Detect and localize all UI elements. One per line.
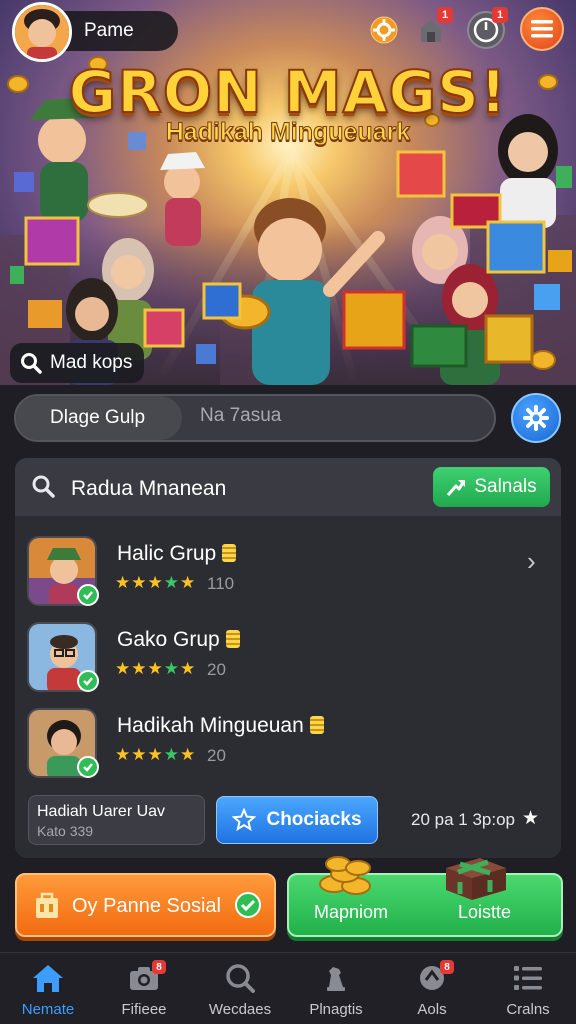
nav-item-list[interactable]: Cralns [480, 952, 576, 1024]
group-panel: Radua Mnanean Salnals Halic Grup ★★★★★ 1… [15, 458, 561, 858]
verified-check-icon [77, 670, 99, 692]
rating-stars: ★★★★★ [115, 659, 197, 678]
nav-badge: 8 [152, 960, 166, 974]
panel-action-button[interactable]: Salnals [433, 467, 550, 507]
search-icon [21, 353, 42, 374]
reward-subtitle: Kato 339 [37, 823, 94, 839]
coin-stack-icon [225, 630, 240, 648]
list-icon [510, 962, 546, 994]
hero-search-chip-label: Mad kops [50, 352, 133, 373]
star-outline-icon [232, 808, 257, 832]
reward-title: Hadiah Uarer Uav [37, 803, 166, 820]
group-count: 20 [207, 660, 226, 679]
notification-icon[interactable]: 1 [411, 7, 453, 50]
menu-icon[interactable] [520, 7, 564, 51]
chevron-right-icon[interactable]: › [527, 546, 536, 577]
nav-label: Wecdaes [208, 1001, 272, 1018]
gift-bag-icon [36, 892, 58, 918]
settings-button[interactable] [511, 393, 561, 443]
search-icon [222, 962, 258, 994]
rating-stars: ★★★★★ [115, 573, 197, 592]
rating-stars: ★★★★★ [115, 745, 197, 764]
trend-arrow-icon [447, 480, 466, 496]
group-name: Gako Grup [117, 628, 240, 652]
group-count: 20 [207, 746, 226, 765]
gear-icon [523, 405, 549, 431]
camera-icon: 8 [126, 960, 166, 994]
panel-title: Radua Mnanean [71, 477, 227, 500]
nav-item-home[interactable]: Nemate [0, 952, 96, 1024]
verified-check-icon [77, 756, 99, 778]
segment-left-label: Dlage Gulp [50, 407, 146, 428]
hero-subtitle: Hadikah Mingueuark [165, 118, 411, 147]
group-name: Hadikah Mingueuan [117, 714, 324, 738]
hero-banner: GRON MAGS! Hadikah Mingueuark [0, 0, 576, 385]
timer-icon[interactable]: 1 [466, 7, 508, 50]
nav-label: Cralns [506, 1001, 550, 1018]
group-name: Halic Grup [117, 542, 237, 566]
gift-box-icon [446, 858, 506, 900]
home-icon [30, 962, 66, 994]
hero-search-chip[interactable]: Mad kops [10, 343, 145, 383]
coin-stack-icon [222, 544, 237, 562]
coin-pile-icon [319, 856, 371, 895]
check-button-label: Chociacks [266, 809, 362, 830]
nav-label: Fifieee [121, 1001, 167, 1018]
list-item[interactable]: Hadikah Mingueuan ★★★★★ 20 [15, 704, 561, 790]
nav-label: Nemate [21, 1001, 75, 1018]
segment-right[interactable]: Na 7asua [200, 405, 281, 427]
settings-gear-icon[interactable] [364, 10, 404, 50]
check-button[interactable]: Chociacks [216, 796, 378, 844]
nav-label: Aols [417, 1001, 447, 1018]
group-count: 110 [207, 574, 235, 593]
panel-action-label: Salnals [474, 476, 537, 497]
verified-check-icon [77, 584, 99, 606]
star-icon[interactable]: ★ [522, 807, 539, 830]
hero-title: GRON MAGS! [68, 57, 508, 127]
nav-item-search[interactable]: Wecdaes [192, 952, 288, 1024]
nav-item-chess[interactable]: Plnagtis [288, 952, 384, 1024]
social-button-label: Oy Panne Sosial [72, 895, 221, 917]
footer-stat: 20 pa 1 3p:op [411, 810, 515, 829]
list-item[interactable]: Halic Grup ★★★★★ 110 › [15, 532, 561, 618]
reward-button-left-label: Mapniom [314, 902, 389, 922]
search-icon[interactable] [31, 474, 57, 500]
nav-item-tags[interactable]: 8 Aols [384, 952, 480, 1024]
reward-button-right-label: Loistte [458, 902, 512, 922]
chess-icon [318, 962, 354, 994]
nav-item-camera[interactable]: 8 Fifieee [96, 952, 192, 1024]
list-item[interactable]: Gako Grup ★★★★★ 20 [15, 618, 561, 704]
nav-label: Plnagtis [309, 1001, 363, 1018]
tag-icon: 8 [414, 960, 454, 994]
coin-stack-icon [309, 716, 324, 734]
avatar[interactable] [12, 2, 72, 62]
check-circle-icon [235, 892, 261, 918]
player-name: Pame [84, 20, 134, 41]
nav-badge: 8 [440, 960, 454, 974]
notification-badge: 1 [437, 7, 453, 23]
timer-badge: 1 [492, 7, 508, 23]
